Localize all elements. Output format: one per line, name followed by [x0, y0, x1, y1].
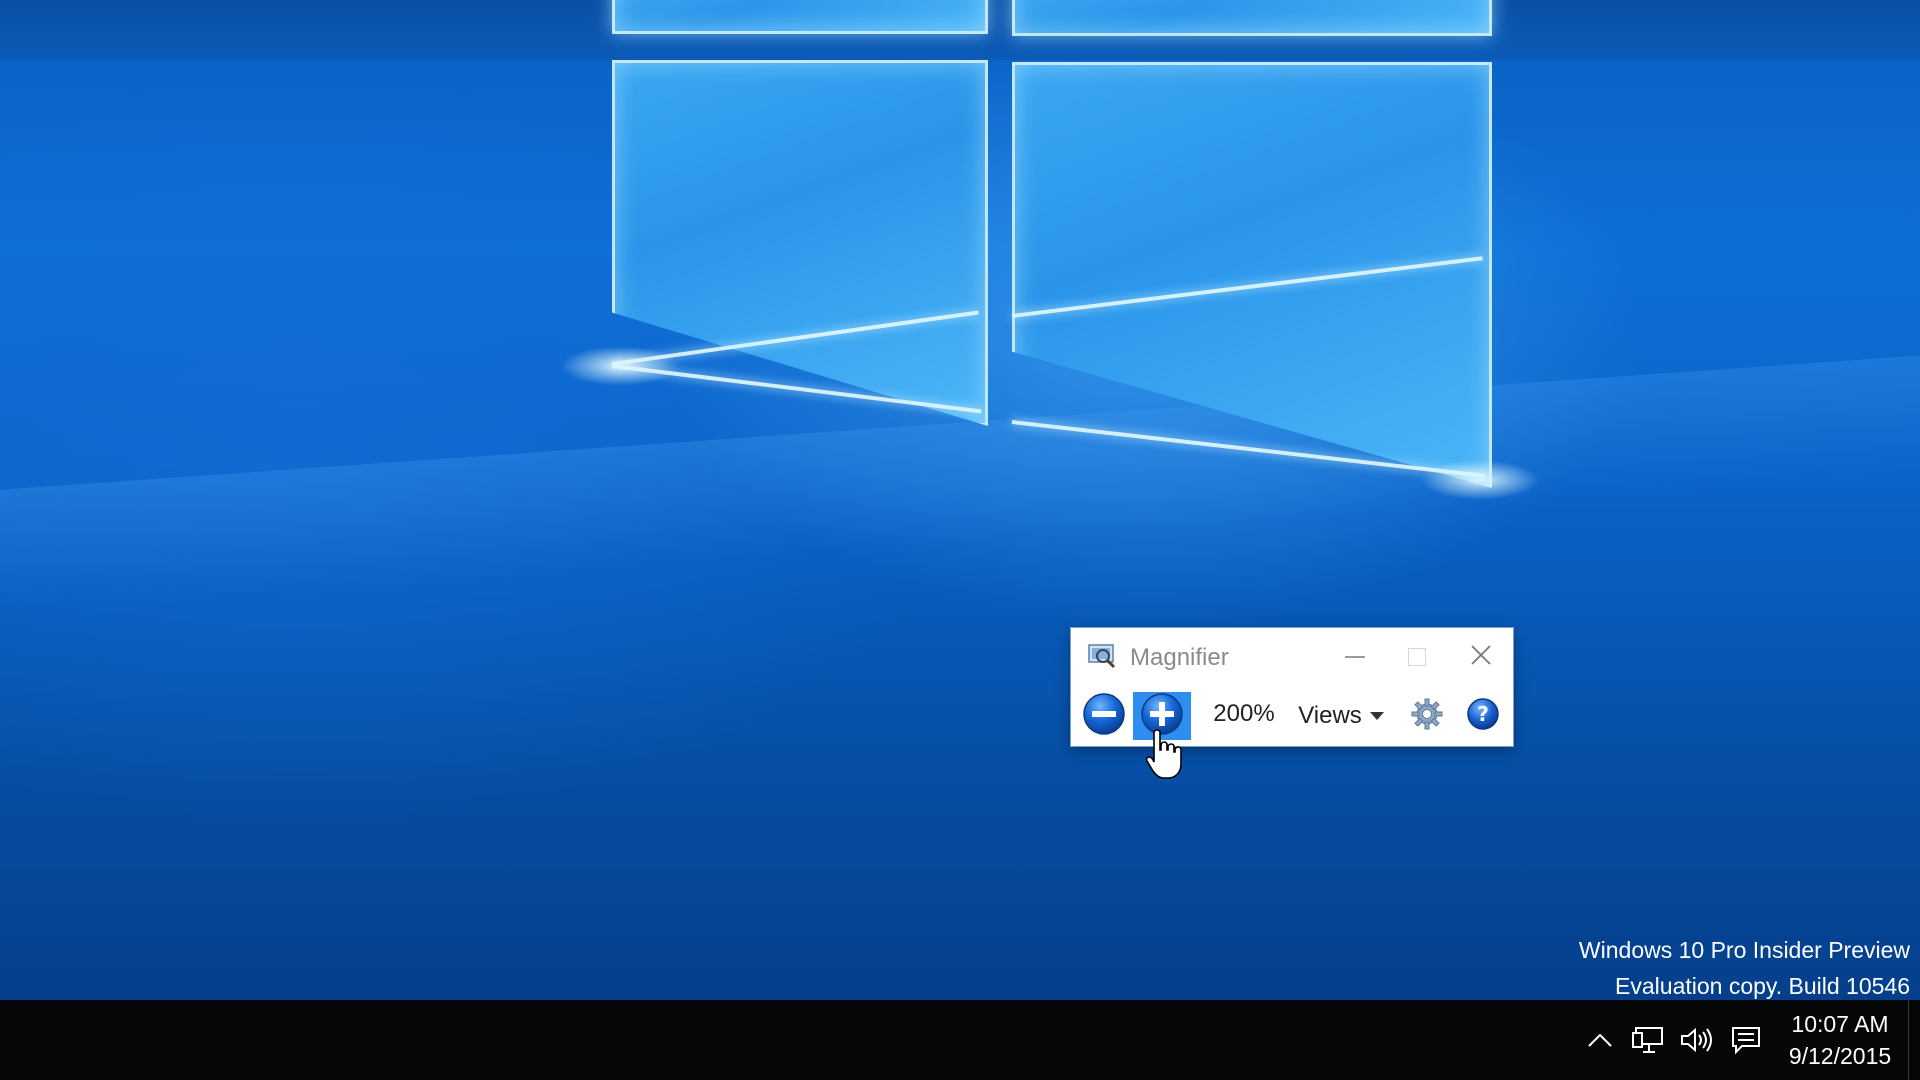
- zoom-out-button[interactable]: [1075, 692, 1133, 740]
- zoom-out-icon: [1082, 692, 1126, 741]
- help-icon: ?: [1466, 697, 1500, 736]
- action-center-button[interactable]: [1726, 1022, 1766, 1062]
- maximize-icon: [1408, 648, 1426, 666]
- volume-icon: [1679, 1025, 1713, 1060]
- show-desktop-button[interactable]: [1908, 1000, 1913, 1080]
- help-button[interactable]: ?: [1463, 696, 1503, 736]
- network-icon: [1631, 1025, 1665, 1060]
- settings-button[interactable]: [1407, 696, 1447, 736]
- volume-button[interactable]: [1676, 1022, 1716, 1062]
- evaluation-watermark: Windows 10 Pro Insider Preview Evaluatio…: [1579, 932, 1910, 1000]
- magnifier-toolbar: 200% Views ?: [1071, 686, 1513, 746]
- chevron-up-icon: [1587, 1032, 1613, 1053]
- close-button[interactable]: [1451, 628, 1511, 686]
- taskbar: 10:07 AM 9/12/2015: [0, 1000, 1920, 1080]
- watermark-line: Evaluation copy. Build 10546: [1615, 973, 1910, 999]
- clock-date: 9/12/2015: [1788, 1043, 1892, 1069]
- wallpaper-glow: [560, 346, 680, 386]
- maximize-button[interactable]: [1387, 628, 1447, 686]
- wallpaper-glow: [1420, 460, 1540, 500]
- minimize-icon: [1345, 656, 1365, 658]
- watermark-line: Windows 10 Pro Insider Preview: [1578, 937, 1910, 963]
- network-button[interactable]: [1628, 1022, 1668, 1062]
- desktop-wallpaper: Windows 10 Pro Insider Preview Evaluatio…: [0, 0, 1920, 1000]
- views-dropdown[interactable]: Views: [1293, 694, 1389, 738]
- minimize-button[interactable]: [1325, 628, 1385, 686]
- magnifier-app-icon: [1087, 642, 1117, 670]
- svg-text:?: ?: [1477, 702, 1489, 726]
- chevron-down-icon: [1369, 712, 1384, 720]
- wallpaper-window-pane: [1012, 0, 1492, 36]
- views-label: Views: [1298, 702, 1362, 729]
- magnifier-titlebar[interactable]: Magnifier: [1071, 628, 1513, 686]
- gear-icon: [1410, 697, 1444, 736]
- close-icon: [1470, 644, 1492, 671]
- zoom-level-value: 200%: [1213, 700, 1275, 727]
- magnifier-title: Magnifier: [1130, 644, 1229, 671]
- wallpaper-window-pane: [612, 0, 988, 34]
- action-center-icon: [1730, 1025, 1762, 1060]
- magnifier-window: Magnifier 200% Views ?: [1071, 628, 1513, 746]
- hand-pointer-icon: [1145, 728, 1182, 780]
- show-hidden-icons-button[interactable]: [1580, 1022, 1620, 1062]
- taskbar-clock[interactable]: 10:07 AM 9/12/2015: [1772, 1008, 1908, 1072]
- clock-time: 10:07 AM: [1791, 1011, 1889, 1037]
